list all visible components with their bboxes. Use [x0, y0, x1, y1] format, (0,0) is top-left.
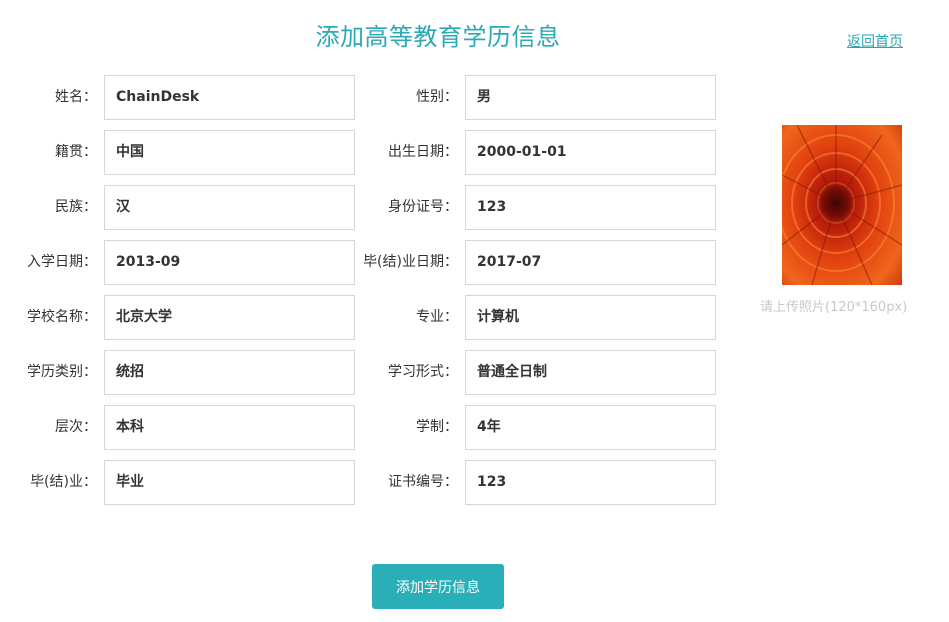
photo-upload-hint: 请上传照片(120*160px) [760, 300, 908, 315]
flower-photo [782, 125, 902, 285]
degree-category-input[interactable]: 统招 [104, 350, 355, 395]
id-number-label: 身份证号： [388, 199, 458, 215]
certificate-number-input[interactable]: 123 [465, 460, 716, 505]
name-input[interactable]: ChainDesk [104, 75, 355, 120]
graduation-date-input[interactable]: 2017-07 [465, 240, 716, 285]
enrollment-date-input[interactable]: 2013-09 [104, 240, 355, 285]
name-label: 姓名： [55, 89, 97, 105]
birth-date-input[interactable]: 2000-01-01 [465, 130, 716, 175]
major-label: 专业： [416, 309, 458, 325]
ethnicity-input[interactable]: 汉 [104, 185, 355, 230]
school-name-label: 学校名称： [27, 309, 97, 325]
level-input[interactable]: 本科 [104, 405, 355, 450]
page-title: 添加高等教育学历信息 [315, 23, 561, 51]
native-place-input[interactable]: 中国 [104, 130, 355, 175]
graduation-date-label: 毕(结)业日期： [363, 254, 458, 270]
study-mode-label: 学习形式： [388, 364, 458, 380]
ethnicity-label: 民族： [55, 199, 97, 215]
add-education-button[interactable]: 添加学历信息 [372, 564, 504, 609]
gender-input[interactable]: 男 [465, 75, 716, 120]
program-length-input[interactable]: 4年 [465, 405, 716, 450]
graduation-status-label: 毕(结)业： [30, 474, 97, 490]
certificate-number-label: 证书编号： [388, 474, 458, 490]
birth-date-label: 出生日期： [388, 144, 458, 160]
degree-category-label: 学历类别： [27, 364, 97, 380]
program-length-label: 学制： [416, 419, 458, 435]
back-home-link[interactable]: 返回首页 [847, 31, 903, 51]
major-input[interactable]: 计算机 [465, 295, 716, 340]
level-label: 层次： [55, 419, 97, 435]
study-mode-input[interactable]: 普通全日制 [465, 350, 716, 395]
enrollment-date-label: 入学日期： [27, 254, 97, 270]
id-number-input[interactable]: 123 [465, 185, 716, 230]
gender-label: 性别： [416, 89, 458, 105]
school-name-input[interactable]: 北京大学 [104, 295, 355, 340]
native-place-label: 籍贯： [55, 144, 97, 160]
photo-upload[interactable] [782, 125, 902, 285]
graduation-status-input[interactable]: 毕业 [104, 460, 355, 505]
